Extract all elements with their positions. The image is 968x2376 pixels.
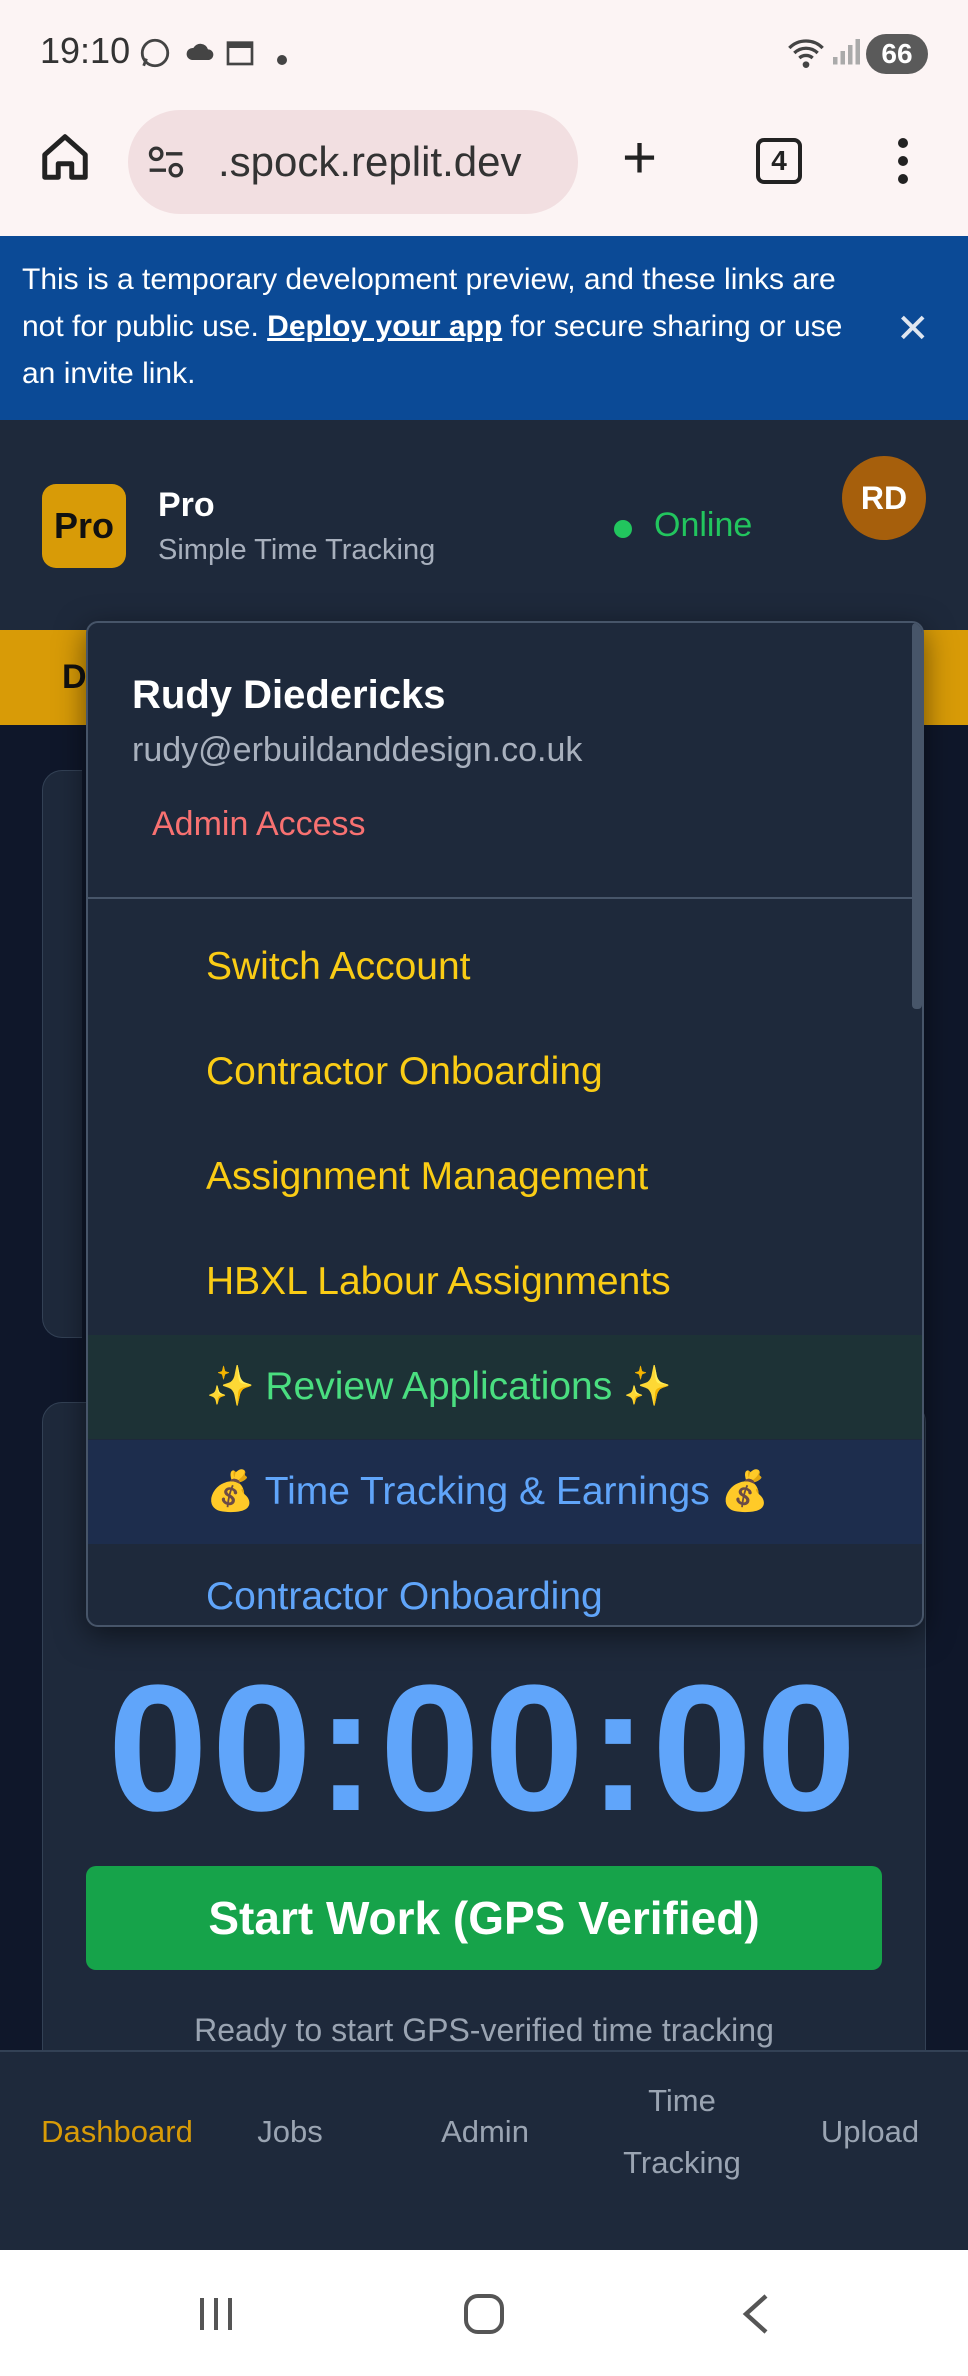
url-text: .spock.replit.dev — [218, 138, 522, 185]
banner-text: This is a temporary development preview,… — [22, 263, 843, 390]
battery-indicator: 66 — [866, 34, 928, 74]
nav-upload[interactable]: Upload — [800, 2101, 940, 2163]
online-status: Online — [654, 506, 753, 544]
menu-item-switch-account[interactable]: Switch Account — [88, 915, 922, 1019]
background-card — [42, 770, 82, 1338]
app-logo: Pro — [42, 484, 126, 568]
dev-preview-banner: This is a temporary development preview,… — [0, 236, 968, 420]
brand-name: Pro — [158, 486, 215, 524]
user-avatar[interactable]: RD — [842, 456, 926, 540]
whatsapp-icon — [138, 36, 172, 78]
menu-item-review-applications[interactable]: ✨ Review Applications ✨ — [88, 1335, 922, 1439]
wifi-icon — [786, 36, 826, 78]
signal-icon — [830, 36, 860, 74]
system-nav-bar — [0, 2250, 968, 2376]
menu-item-contractor-onboarding[interactable]: Contractor Onboarding — [88, 1020, 922, 1124]
menu-item-contractor-onboarding-2[interactable]: Contractor Onboarding — [88, 1545, 922, 1625]
access-level: Admin Access — [152, 805, 366, 843]
bottom-nav: Dashboard Jobs Admin Time Tracking Uploa… — [0, 2050, 968, 2250]
app-header: Pro Pro Simple Time Tracking Online RD — [0, 420, 968, 630]
status-bar: 19:10 66 — [0, 0, 968, 100]
tab-count-button[interactable]: 4 — [756, 138, 802, 184]
browser-toolbar: .spock.replit.dev + 4 — [0, 100, 968, 236]
user-name: Rudy Diedericks — [132, 673, 446, 717]
calendar-icon — [224, 36, 256, 76]
home-icon[interactable] — [38, 130, 92, 184]
user-email: rudy@erbuildanddesign.co.uk — [132, 731, 583, 769]
start-work-button[interactable]: Start Work (GPS Verified) — [86, 1866, 882, 1970]
nav-time-tracking-line1: Time — [648, 2083, 716, 2118]
menu-divider — [88, 897, 922, 899]
deploy-app-link[interactable]: Deploy your app — [267, 310, 502, 343]
dot-icon — [276, 40, 288, 74]
nav-time-tracking-line2: Tracking — [623, 2145, 741, 2180]
nav-jobs[interactable]: Jobs — [230, 2101, 350, 2163]
menu-item-assignment-management[interactable]: Assignment Management — [88, 1125, 922, 1229]
timer-display: 00:00:00 — [107, 1648, 861, 1849]
nav-dashboard[interactable]: Dashboard — [32, 2101, 202, 2163]
back-icon[interactable] — [736, 2290, 776, 2343]
menu-item-time-tracking-earnings[interactable]: 💰 Time Tracking & Earnings 💰 — [88, 1440, 922, 1544]
nav-strip-label[interactable]: D — [62, 658, 87, 697]
cloud-icon — [184, 36, 216, 76]
site-settings-icon[interactable] — [146, 144, 186, 180]
browser-menu-icon[interactable] — [896, 138, 910, 188]
menu-item-hbxl-labour-assignments[interactable]: HBXL Labour Assignments — [88, 1230, 922, 1334]
nav-time-tracking[interactable]: Time Tracking — [602, 2070, 762, 2194]
address-bar[interactable]: .spock.replit.dev — [128, 110, 578, 214]
online-status-dot — [614, 520, 632, 538]
home-button-icon[interactable] — [460, 2290, 508, 2343]
new-tab-icon[interactable]: + — [622, 128, 657, 188]
recent-apps-icon[interactable] — [194, 2292, 238, 2341]
brand-tagline: Simple Time Tracking — [158, 534, 436, 566]
user-menu-dropdown: Rudy Diedericks rudy@erbuildanddesign.co… — [86, 621, 924, 1627]
close-icon[interactable]: ✕ — [896, 306, 930, 352]
status-time: 19:10 — [40, 30, 131, 71]
ready-status-text: Ready to start GPS-verified time trackin… — [194, 2012, 774, 2048]
nav-admin[interactable]: Admin — [420, 2101, 550, 2163]
